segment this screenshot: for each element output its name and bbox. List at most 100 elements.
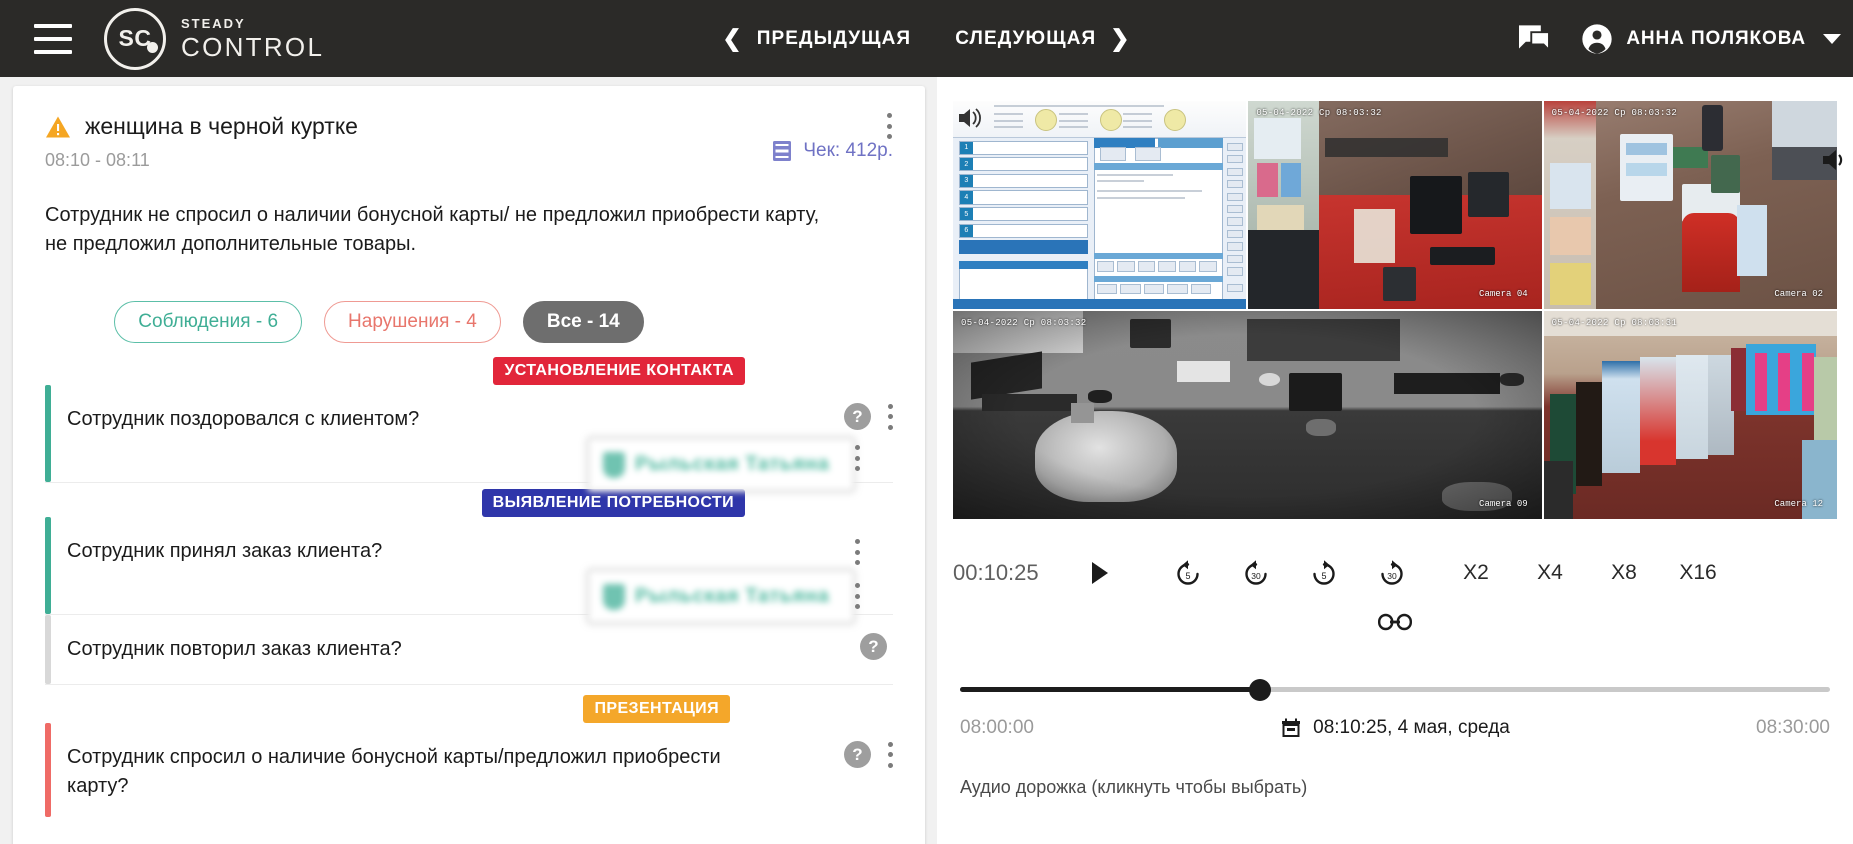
tile-camera-label: Camera 04 <box>1479 289 1528 299</box>
logo-mark-text: SC <box>118 25 152 51</box>
chevron-left-icon: ❮ <box>722 25 743 51</box>
speed-x8-button[interactable]: X8 <box>1593 561 1655 585</box>
speed-x16-button[interactable]: X16 <box>1667 561 1729 585</box>
replay-30-icon: 30 <box>1245 560 1267 585</box>
link-row <box>953 612 1837 632</box>
timeline-start-label: 08:00:00 <box>960 717 1034 738</box>
question-status-bar <box>45 385 51 482</box>
redacted-employee-name: Рыльская Татьяна <box>635 453 830 475</box>
filter-chip-compliance[interactable]: Соблюдения - 6 <box>114 301 303 343</box>
section-banner-row-2: ВЫЯВЛЕНИЕ ПОТРЕБНОСТИ <box>13 489 925 517</box>
tile-camera-label: Camera 12 <box>1774 499 1823 509</box>
right-panel: 1 2 3 4 5 6 05-04-2022 Ср 08:03:32 Camer… <box>937 77 1853 844</box>
audio-track-note[interactable]: Аудио дорожка (кликнуть чтобы выбрать) <box>960 777 1307 798</box>
current-datetime: 08:10:25, 4 мая, среда <box>1280 717 1510 739</box>
brand-logo[interactable]: SC STEADY CONTROL <box>104 7 325 70</box>
tile-camera-label: Camera 02 <box>1774 289 1823 299</box>
svg-text:5: 5 <box>1321 571 1326 581</box>
question-row-4[interactable]: Сотрудник спросил о наличие бонусной кар… <box>45 723 893 817</box>
next-button-label: СЛЕДУЮЩАЯ <box>955 27 1097 49</box>
hamburger-icon[interactable] <box>34 23 72 54</box>
sc-logo-icon: SC <box>104 7 166 70</box>
question-text: Сотрудник поздоровался с клиентом? <box>67 408 420 430</box>
receipt-link[interactable]: Чек: 412р. <box>772 140 893 162</box>
question-actions: ? <box>844 403 893 430</box>
video-tile-camera-bw-desk[interactable]: 05-04-2022 Ср 08:03:32 Camera 09 <box>953 311 1542 519</box>
chevron-right-icon: ❯ <box>1110 25 1131 51</box>
person-badge-icon <box>603 451 625 478</box>
play-icon <box>1092 562 1108 584</box>
top-bar: SC STEADY CONTROL ❮ ПРЕДЫДУЩАЯ СЛЕДУЮЩАЯ… <box>0 0 1853 77</box>
question-more-menu[interactable] <box>887 741 893 768</box>
volume-icon[interactable] <box>1819 147 1849 173</box>
question-more-menu[interactable] <box>887 403 893 430</box>
event-more-menu[interactable] <box>886 113 892 139</box>
next-button[interactable]: СЛЕДУЮЩАЯ ❯ <box>955 27 1130 50</box>
section-banner-row-1: УСТАНОВЛЕНИЕ КОНТАКТА <box>13 357 925 385</box>
help-icon[interactable]: ? <box>860 633 887 660</box>
user-name-label: АННА ПОЛЯКОВА <box>1626 27 1806 49</box>
question-row-2[interactable]: Сотрудник принял заказ клиента? Рыльская… <box>45 517 893 624</box>
tile-timestamp: 05-04-2022 Ср 08:03:32 <box>1551 108 1678 118</box>
forward-5-button[interactable]: 5 <box>1303 552 1345 594</box>
video-tile-camera-counter[interactable]: 05-04-2022 Ср 08:03:32 Camera 04 <box>1248 101 1542 309</box>
help-icon[interactable]: ? <box>844 403 871 430</box>
person-badge-icon <box>603 583 625 610</box>
play-button[interactable] <box>1079 552 1121 594</box>
timeline-labels: 08:00:00 08:10:25, 4 мая, среда 08:30:00 <box>960 717 1830 739</box>
video-tile-pos-software[interactable]: 1 2 3 4 5 6 <box>953 101 1247 309</box>
replay-5-button[interactable]: 5 <box>1167 552 1209 594</box>
event-card: женщина в черной куртке 08:10 - 08:11 Че… <box>13 86 925 844</box>
avatar-icon <box>1582 23 1612 54</box>
warning-icon <box>46 116 70 137</box>
timeline-end-label: 08:30:00 <box>1756 717 1830 738</box>
speaker-icon <box>959 108 981 128</box>
current-time-label: 00:10:25 <box>953 560 1039 585</box>
prev-button[interactable]: ❮ ПРЕДЫДУЩАЯ <box>722 27 911 50</box>
user-menu[interactable]: АННА ПОЛЯКОВА <box>1581 23 1841 55</box>
filter-chips: Соблюдения - 6 Нарушения - 4 Все - 14 <box>13 301 925 343</box>
scrubber-handle[interactable] <box>1249 679 1272 701</box>
chevron-down-icon[interactable] <box>1823 33 1841 44</box>
speed-x2-button[interactable]: X2 <box>1445 561 1507 585</box>
speed-x4-button[interactable]: X4 <box>1519 561 1581 585</box>
brand-line-2: CONTROL <box>181 32 325 62</box>
section-banner-row-3: ПРЕЗЕНТАЦИЯ <box>13 695 925 723</box>
video-tile-camera-aisle[interactable]: 05-04-2022 Ср 08:03:32 Camera 02 <box>1543 101 1837 309</box>
forward-30-button[interactable]: 30 <box>1371 552 1413 594</box>
chat-icon[interactable] <box>1517 24 1551 54</box>
question-more-menu-secondary[interactable] <box>854 445 860 471</box>
filter-chip-violations[interactable]: Нарушения - 4 <box>324 301 501 343</box>
calendar-icon <box>1282 718 1301 737</box>
section-banner-needs: ВЫЯВЛЕНИЕ ПОТРЕБНОСТИ <box>481 489 745 517</box>
nav-center: ❮ ПРЕДЫДУЩАЯ СЛЕДУЮЩАЯ ❯ <box>722 27 1130 50</box>
tile-timestamp: 05-04-2022 Ср 08:03:31 <box>1551 318 1678 328</box>
question-more-menu[interactable] <box>854 539 860 565</box>
svg-text:30: 30 <box>1251 571 1261 581</box>
question-row-1[interactable]: Сотрудник поздоровался с клиентом? ? Рыл… <box>45 385 893 492</box>
tile-timestamp: 05-04-2022 Ср 08:03:32 <box>1256 108 1382 118</box>
question-status-bar <box>45 615 51 684</box>
prev-button-label: ПРЕДЫДУЩАЯ <box>756 27 912 49</box>
forward-30-icon: 30 <box>1381 560 1403 585</box>
event-header: женщина в черной куртке 08:10 - 08:11 Че… <box>13 86 925 171</box>
video-grid: 1 2 3 4 5 6 05-04-2022 Ср 08:03:32 Camer… <box>953 101 1837 519</box>
question-status-bar <box>45 723 51 817</box>
receipt-icon <box>773 141 792 161</box>
help-icon[interactable]: ? <box>844 741 871 768</box>
question-text: Сотрудник повторил заказ клиента? <box>67 638 402 660</box>
topbar-right: АННА ПОЛЯКОВА <box>1517 23 1841 55</box>
player-controls: 00:10:25 5 30 5 30 X2 X4 X8 X16 <box>953 543 1837 603</box>
video-tile-camera-fridges[interactable]: 05-04-2022 Ср 08:03:31 Camera 12 <box>1543 311 1837 519</box>
tile-timestamp: 05-04-2022 Ср 08:03:32 <box>961 318 1087 328</box>
question-row-3[interactable]: Сотрудник повторил заказ клиента? ? <box>45 615 893 685</box>
svg-text:30: 30 <box>1387 571 1397 581</box>
filter-chip-all[interactable]: Все - 14 <box>522 301 644 343</box>
link-icon[interactable] <box>1378 612 1412 632</box>
section-banner-contact: УСТАНОВЛЕНИЕ КОНТАКТА <box>493 357 745 385</box>
section-banner-presentation: ПРЕЗЕНТАЦИЯ <box>583 695 730 723</box>
question-more-menu-secondary[interactable] <box>854 583 860 609</box>
replay-30-button[interactable]: 30 <box>1235 552 1277 594</box>
brand-line-1: STEADY <box>181 16 246 31</box>
timeline-scrubber[interactable] <box>960 677 1830 701</box>
